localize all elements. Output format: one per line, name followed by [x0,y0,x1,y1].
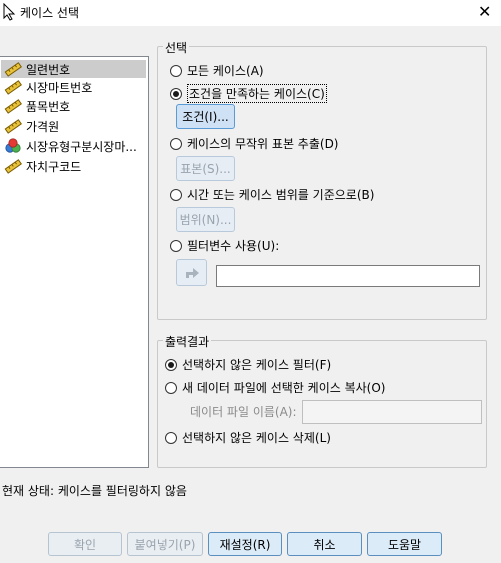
ruler-icon [4,80,22,95]
ok-button[interactable]: 확인 [48,532,122,556]
status-text: 현재 상태: 케이스를 필터링하지 않음 [2,484,187,498]
cursor-app-icon [3,3,16,21]
sample-button[interactable]: 표본(S)... [176,156,235,181]
move-arrow-button[interactable] [176,259,207,286]
paste-button[interactable]: 붙여넣기(P) [127,532,203,556]
ruler-icon [4,62,22,77]
dataset-name-label: 데이터 파일 이름(A): [190,405,297,419]
filter-variable-field[interactable] [216,265,480,287]
radio-range[interactable]: 시간 또는 케이스 범위를 기준으로(B) [170,186,374,203]
radio-delete-unselected[interactable]: 선택하지 않은 케이스 삭제(L) [165,429,331,446]
radio-filter-variable[interactable]: 필터변수 사용(U): [170,237,279,254]
radio-circle[interactable] [170,137,182,150]
title-bar: 케이스 선택 ✕ [0,0,501,26]
range-button[interactable]: 범위(N)... [176,207,235,232]
cancel-button[interactable]: 취소 [287,532,362,556]
radio-label: 선택하지 않은 케이스 필터(F) [182,358,332,372]
dataset-name-field[interactable] [302,400,482,424]
radio-label: 시간 또는 케이스 범위를 기준으로(B) [187,188,375,202]
variable-item[interactable]: 가격원 [1,117,146,135]
radio-circle[interactable] [170,239,182,252]
reset-button[interactable]: 재설정(R) [208,532,282,556]
radio-label: 케이스의 무작위 표본 추출(D) [187,137,339,151]
radio-circle[interactable] [170,64,182,77]
radio-label: 선택하지 않은 케이스 삭제(L) [182,431,331,445]
variable-label: 시장마트번호 [26,80,93,95]
radio-circle[interactable] [165,358,177,371]
radio-copy-new-dataset[interactable]: 새 데이터 파일에 선택한 케이스 복사(O) [165,379,385,396]
radio-circle[interactable] [165,381,177,394]
variable-label: 일련번호 [26,62,71,77]
radio-label: 필터변수 사용(U): [187,239,280,253]
radio-circle[interactable] [170,188,182,201]
radio-circle[interactable] [170,87,182,100]
variable-label: 시장유형구분시장마... [26,139,137,154]
radio-all-cases[interactable]: 모든 케이스(A) [170,62,264,79]
variable-item[interactable]: 일련번호 [1,60,146,78]
radio-label: 새 데이터 파일에 선택한 케이스 복사(O) [182,381,386,395]
radio-label: 모든 케이스(A) [187,64,264,78]
ruler-icon [4,119,22,134]
window-title: 케이스 선택 [20,6,80,20]
ruler-icon [4,99,22,114]
variable-item[interactable]: 자치구코드 [1,157,146,175]
variable-label: 자치구코드 [26,159,82,174]
radio-if-condition[interactable]: 조건을 만족하는 케이스(C) [170,84,327,103]
variable-label: 가격원 [26,119,60,134]
variable-item[interactable]: 시장마트번호 [1,78,146,96]
select-legend: 선택 [163,39,190,56]
radio-label: 조건을 만족하는 케이스(C) [187,84,327,103]
close-button[interactable]: ✕ [478,2,491,21]
help-button[interactable]: 도움말 [367,532,442,556]
variable-item[interactable]: 품목번호 [1,97,146,115]
ruler-icon [4,159,22,174]
if-button[interactable]: 조건(I)... [176,104,235,129]
variable-label: 품목번호 [26,99,71,114]
output-legend: 출력결과 [163,333,212,350]
radio-filter-out[interactable]: 선택하지 않은 케이스 필터(F) [165,356,331,373]
variable-item[interactable]: 시장유형구분시장마... [1,137,146,155]
radio-circle[interactable] [165,431,177,444]
variable-list[interactable]: 일련번호 시장마트번호 품목번호 가격원 시장유형구분시장마... 자치구코드 [0,56,149,468]
radio-random-sample[interactable]: 케이스의 무작위 표본 추출(D) [170,135,339,152]
arrow-right-icon [185,267,199,278]
nominal-icon [5,138,21,153]
